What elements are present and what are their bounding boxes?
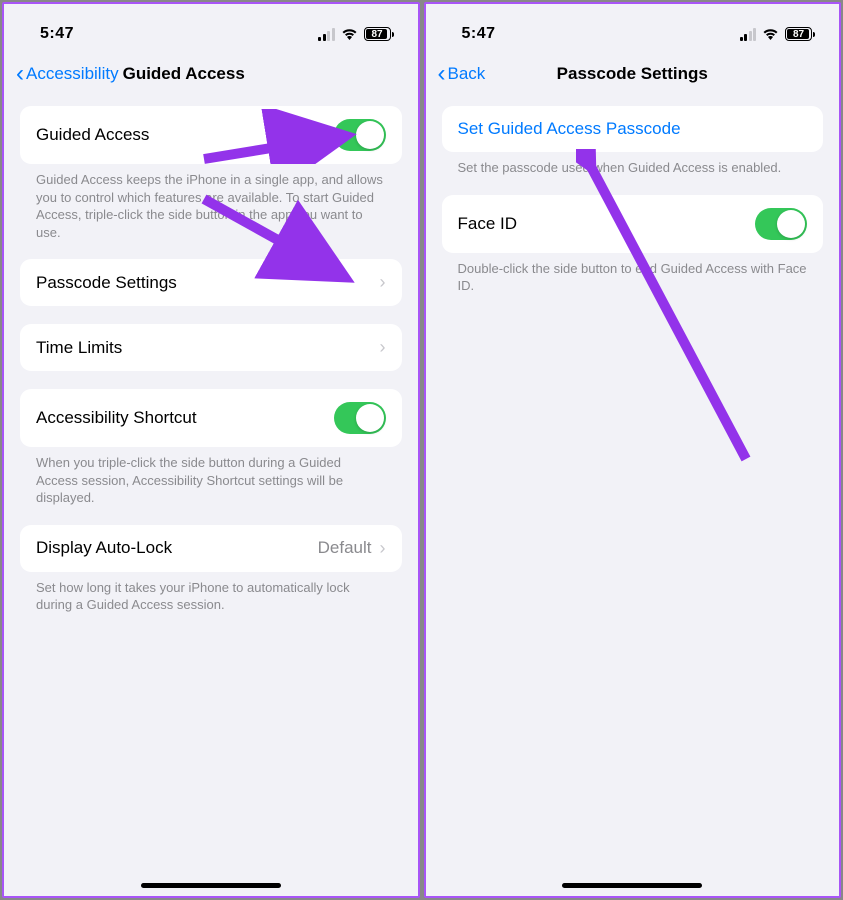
battery-icon: 87 — [364, 27, 394, 41]
back-button[interactable]: ‹ Accessibility — [16, 62, 119, 86]
row-label: Accessibility Shortcut — [36, 408, 197, 428]
chevron-right-icon: › — [380, 337, 386, 358]
face-id-footer: Double-click the side button to end Guid… — [442, 253, 824, 295]
page-title: Guided Access — [123, 64, 245, 84]
nav-bar: ‹ Accessibility Guided Access — [4, 54, 418, 96]
guided-access-toggle[interactable] — [334, 119, 386, 151]
accessibility-shortcut-row[interactable]: Accessibility Shortcut — [20, 389, 402, 447]
back-button[interactable]: ‹ Back — [438, 62, 486, 86]
row-value: Default — [318, 538, 372, 558]
row-label: Face ID — [458, 214, 518, 234]
chevron-right-icon: › — [380, 538, 386, 559]
set-passcode-row[interactable]: Set Guided Access Passcode — [442, 106, 824, 152]
back-label: Back — [448, 64, 486, 84]
display-auto-lock-row[interactable]: Display Auto-Lock Default › — [20, 525, 402, 572]
wifi-icon — [341, 28, 358, 40]
cellular-icon — [740, 28, 757, 41]
chevron-left-icon: ‹ — [16, 62, 24, 86]
row-label: Set Guided Access Passcode — [458, 119, 681, 139]
set-passcode-footer: Set the passcode used when Guided Access… — [442, 152, 824, 177]
wifi-icon — [762, 28, 779, 40]
guided-access-footer: Guided Access keeps the iPhone in a sing… — [20, 164, 402, 241]
face-id-toggle[interactable] — [755, 208, 807, 240]
status-icons: 87 — [318, 27, 394, 41]
home-indicator[interactable] — [141, 883, 281, 888]
settings-list: Set Guided Access Passcode Set the passc… — [426, 96, 840, 896]
face-id-row[interactable]: Face ID — [442, 195, 824, 253]
nav-bar: ‹ Back Passcode Settings — [426, 54, 840, 96]
settings-list: Guided Access Guided Access keeps the iP… — [4, 96, 418, 896]
time-limits-row[interactable]: Time Limits › — [20, 324, 402, 371]
chevron-left-icon: ‹ — [438, 62, 446, 86]
page-title: Passcode Settings — [557, 64, 708, 84]
row-label: Passcode Settings — [36, 273, 177, 293]
status-icons: 87 — [740, 27, 816, 41]
guided-access-row[interactable]: Guided Access — [20, 106, 402, 164]
back-label: Accessibility — [26, 64, 119, 84]
status-bar: 5:47 87 — [4, 4, 418, 54]
row-label: Guided Access — [36, 125, 149, 145]
home-indicator[interactable] — [562, 883, 702, 888]
row-label: Display Auto-Lock — [36, 538, 172, 558]
phone-left: 5:47 87 ‹ Accessibility Guided Access Gu… — [2, 2, 420, 898]
passcode-settings-row[interactable]: Passcode Settings › — [20, 259, 402, 306]
accessibility-shortcut-footer: When you triple-click the side button du… — [20, 447, 402, 507]
phone-right: 5:47 87 ‹ Back Passcode Settings Set Gui… — [424, 2, 842, 898]
accessibility-shortcut-toggle[interactable] — [334, 402, 386, 434]
row-label: Time Limits — [36, 338, 122, 358]
status-time: 5:47 — [462, 25, 496, 43]
chevron-right-icon: › — [380, 272, 386, 293]
cellular-icon — [318, 28, 335, 41]
battery-icon: 87 — [785, 27, 815, 41]
status-time: 5:47 — [40, 25, 74, 43]
status-bar: 5:47 87 — [426, 4, 840, 54]
display-auto-lock-footer: Set how long it takes your iPhone to aut… — [20, 572, 402, 614]
